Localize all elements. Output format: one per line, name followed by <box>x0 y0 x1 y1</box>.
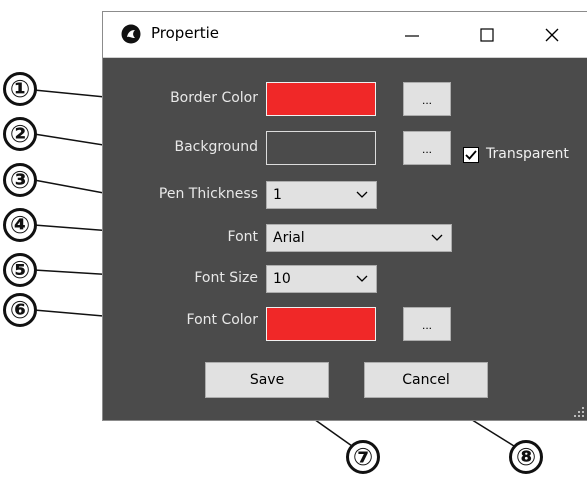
callout-8: ⑧ <box>509 440 543 474</box>
transparent-checkbox[interactable] <box>463 147 479 163</box>
checkmark-icon <box>465 150 477 160</box>
callout-3: ③ <box>3 163 37 197</box>
properties-dialog: Propertie Border Color ... Background ..… <box>103 12 587 420</box>
chevron-down-icon <box>356 275 368 282</box>
background-picker-button[interactable]: ... <box>403 131 451 165</box>
callout-6: ⑥ <box>3 293 37 327</box>
font-size-label: Font Size <box>194 270 258 286</box>
font-color-swatch[interactable] <box>266 307 376 341</box>
maximize-button[interactable] <box>471 20 503 50</box>
title-bar[interactable]: Propertie <box>103 12 587 58</box>
callout-7: ⑦ <box>346 440 380 474</box>
cancel-button[interactable]: Cancel <box>364 362 488 398</box>
callout-5: ⑤ <box>3 253 37 287</box>
border-color-picker-button[interactable]: ... <box>403 82 451 116</box>
font-value: Arial <box>273 230 305 246</box>
callout-1: ① <box>3 72 37 106</box>
minimize-button[interactable] <box>396 20 428 50</box>
chevron-down-icon <box>356 191 368 198</box>
app-logo-icon <box>121 24 141 44</box>
font-label: Font <box>227 229 258 245</box>
background-color-swatch[interactable] <box>266 131 376 165</box>
font-color-label: Font Color <box>186 312 258 328</box>
save-button[interactable]: Save <box>205 362 329 398</box>
border-color-swatch[interactable] <box>266 82 376 116</box>
pen-thickness-row: Pen Thickness <box>103 186 258 206</box>
chevron-down-icon <box>431 234 443 241</box>
background-label: Background <box>174 139 258 155</box>
pen-thickness-select[interactable]: 1 <box>266 181 377 209</box>
pen-thickness-label: Pen Thickness <box>158 186 258 202</box>
font-row: Font <box>103 229 258 249</box>
close-button[interactable] <box>536 20 568 50</box>
border-color-label: Border Color <box>170 90 258 106</box>
border-color-row: Border Color <box>103 90 258 110</box>
transparent-label: Transparent <box>486 146 569 162</box>
callout-2: ② <box>3 117 37 151</box>
callout-4: ④ <box>3 208 37 242</box>
font-size-select[interactable]: 10 <box>266 265 377 293</box>
font-select[interactable]: Arial <box>266 224 452 252</box>
background-row: Background <box>103 139 258 159</box>
font-color-row: Font Color <box>103 312 258 332</box>
font-size-value: 10 <box>273 271 291 287</box>
window-title: Propertie <box>151 24 219 42</box>
resize-grip-icon[interactable] <box>573 406 585 418</box>
font-color-picker-button[interactable]: ... <box>403 307 451 341</box>
font-size-row: Font Size <box>103 270 258 290</box>
pen-thickness-value: 1 <box>273 187 282 203</box>
